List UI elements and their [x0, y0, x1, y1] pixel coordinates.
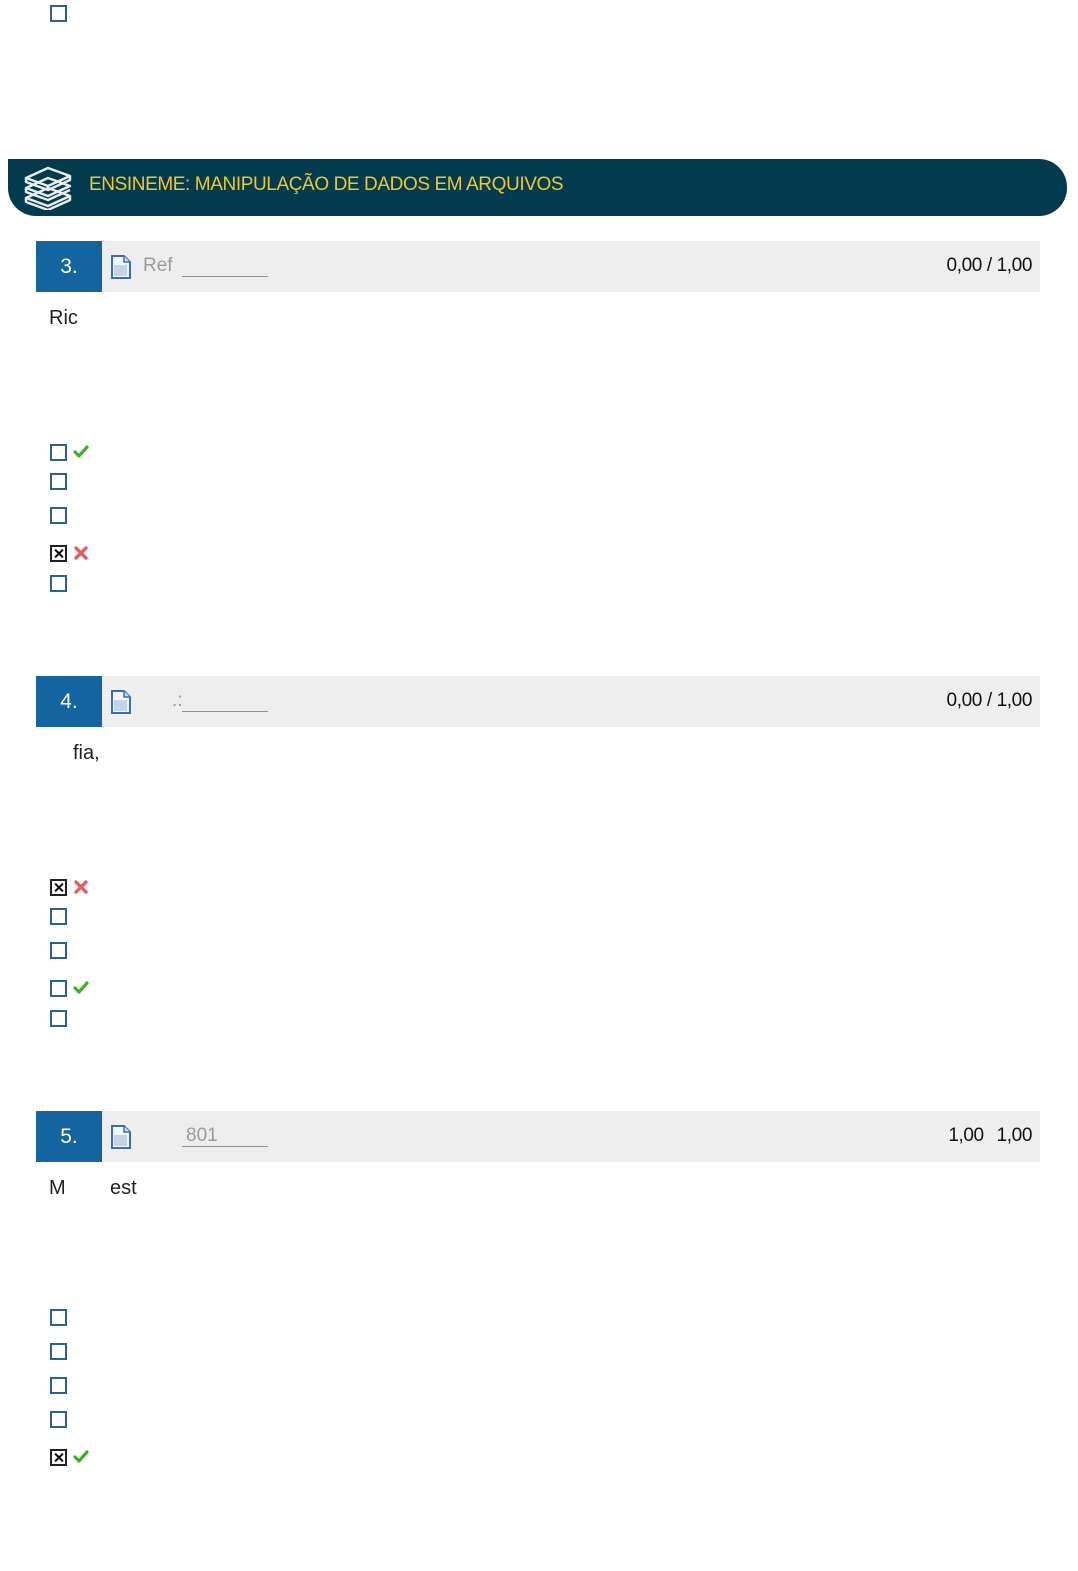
score-max: 1,00 — [996, 1125, 1033, 1146]
score: 0,00 / 1,00 — [946, 690, 1033, 712]
answer-checkbox[interactable] — [50, 1343, 67, 1360]
score-value: 0,00 — [946, 255, 983, 276]
question-text-continued: est — [110, 1177, 137, 1199]
answer-checkbox[interactable] — [50, 5, 67, 22]
answer-checkbox[interactable] — [50, 473, 67, 490]
question-number: 5. — [36, 1111, 102, 1162]
answer-checkbox[interactable] — [50, 942, 67, 959]
answer-checkbox[interactable] — [50, 1377, 67, 1394]
score-value: 1,00 — [948, 1125, 984, 1146]
section-title: ENSINEME: MANIPULAÇÃO DE DADOS EM ARQUIV… — [89, 174, 564, 195]
answer-checkbox[interactable] — [50, 444, 67, 461]
reference-label: .: — [172, 690, 183, 711]
books-stack-icon — [24, 166, 72, 210]
reference-underline — [182, 711, 268, 712]
wrong-x-icon — [74, 880, 88, 894]
answer-checkbox-checked[interactable] — [50, 879, 67, 896]
question-header: 4. .: 0,00 / 1,00 — [36, 676, 1040, 727]
answer-checkbox[interactable] — [50, 575, 67, 592]
question-text: Ric — [49, 307, 78, 329]
document-icon[interactable] — [110, 1125, 132, 1149]
question-header: 5. 801 1,00 1,00 — [36, 1111, 1040, 1162]
score-value: 0,00 — [946, 690, 983, 711]
answer-checkbox-checked[interactable] — [50, 1449, 67, 1466]
question-number: 3. — [36, 241, 102, 292]
score: 1,00 1,00 — [948, 1125, 1032, 1147]
score-max: 1,00 — [996, 255, 1033, 276]
answer-checkbox[interactable] — [50, 507, 67, 524]
wrong-x-icon — [74, 546, 88, 560]
reference-underline — [182, 1146, 268, 1147]
document-icon[interactable] — [110, 690, 132, 714]
answer-checkbox[interactable] — [50, 1411, 67, 1428]
question-text: fia, — [73, 742, 100, 764]
reference-label: 801 — [186, 1125, 218, 1146]
reference-label: Ref — [143, 255, 173, 276]
correct-check-icon — [73, 445, 89, 458]
question-header: 3. Ref 0,00 / 1,00 — [36, 241, 1040, 292]
answer-checkbox[interactable] — [50, 1010, 67, 1027]
score-max: 1,00 — [996, 690, 1033, 711]
score-separator: / — [986, 255, 992, 276]
question-text: M — [49, 1177, 66, 1199]
correct-check-icon — [73, 1450, 89, 1463]
score: 0,00 / 1,00 — [946, 255, 1033, 277]
correct-check-icon — [73, 981, 89, 994]
question-number: 4. — [36, 676, 102, 727]
answer-checkbox-checked[interactable] — [50, 545, 67, 562]
answer-checkbox[interactable] — [50, 908, 67, 925]
score-separator: / — [986, 690, 992, 711]
answer-checkbox[interactable] — [50, 1309, 67, 1326]
document-icon[interactable] — [110, 255, 132, 279]
answer-checkbox[interactable] — [50, 980, 67, 997]
reference-underline — [182, 276, 268, 277]
